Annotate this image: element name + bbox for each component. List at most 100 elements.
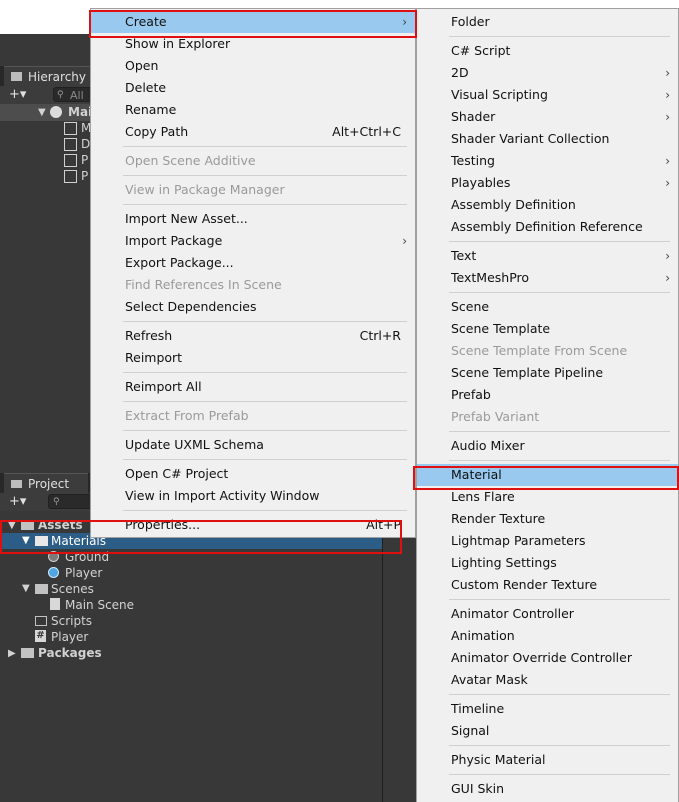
context-menu-item[interactable]: Properties... Alt+P bbox=[91, 514, 415, 536]
folder-icon bbox=[21, 520, 34, 530]
create-submenu-item[interactable]: Scene Template bbox=[417, 318, 678, 340]
chevron-down-icon[interactable]: ▼ bbox=[8, 518, 16, 534]
tree-scripts[interactable]: Scripts bbox=[51, 613, 92, 629]
context-menu-item[interactable]: Open C# Project bbox=[91, 463, 415, 485]
hierarchy-child-4[interactable]: P bbox=[81, 168, 88, 184]
chevron-right-icon: › bbox=[665, 154, 670, 168]
context-menu-item[interactable]: Create › bbox=[91, 11, 415, 33]
hierarchy-tab-label: Hierarchy bbox=[28, 70, 87, 84]
context-menu-item[interactable]: Select Dependencies bbox=[91, 296, 415, 318]
editor-top-strip bbox=[0, 0, 100, 34]
create-submenu-item[interactable]: Timeline bbox=[417, 698, 678, 720]
create-submenu-item[interactable]: Testing › bbox=[417, 150, 678, 172]
create-submenu-item[interactable]: Physic Material bbox=[417, 749, 678, 771]
create-submenu-item[interactable]: Assembly Definition bbox=[417, 194, 678, 216]
folder-icon bbox=[11, 480, 22, 488]
search-icon: ⚲ bbox=[53, 497, 60, 507]
create-submenu-item-label: Testing bbox=[451, 153, 495, 168]
create-submenu-item-label: Animation bbox=[451, 628, 515, 643]
create-submenu-item[interactable]: C# Script bbox=[417, 40, 678, 62]
tree-scenes[interactable]: Scenes bbox=[51, 581, 94, 597]
create-submenu-separator bbox=[449, 460, 670, 461]
context-menu-item[interactable]: Reimport bbox=[91, 347, 415, 369]
context-menu-item-label: Find References In Scene bbox=[125, 277, 282, 292]
context-menu-item[interactable]: Reimport All bbox=[91, 376, 415, 398]
create-submenu-item[interactable]: GUI Skin bbox=[417, 778, 678, 800]
chevron-right-icon: › bbox=[665, 271, 670, 285]
context-menu-item[interactable]: Update UXML Schema bbox=[91, 434, 415, 456]
csharp-script-icon: # bbox=[35, 630, 46, 642]
create-submenu-item[interactable]: Visual Scripting › bbox=[417, 84, 678, 106]
create-submenu-item-label: Scene Template From Scene bbox=[451, 343, 628, 358]
create-submenu-item: Prefab Variant bbox=[417, 406, 678, 428]
context-menu-item[interactable]: Copy Path Alt+Ctrl+C bbox=[91, 121, 415, 143]
context-menu-item-label: Properties... bbox=[125, 517, 201, 532]
hierarchy-tab[interactable]: Hierarchy bbox=[4, 66, 92, 86]
context-menu-item[interactable]: View in Import Activity Window bbox=[91, 485, 415, 507]
create-submenu-item-label: Assembly Definition Reference bbox=[451, 219, 643, 234]
tree-assets[interactable]: Assets bbox=[38, 517, 83, 533]
tree-main-scene[interactable]: Main Scene bbox=[65, 597, 134, 613]
context-menu-item[interactable]: Import New Asset... bbox=[91, 208, 415, 230]
project-add-button[interactable]: +▾ bbox=[9, 494, 26, 510]
create-submenu-item-label: 2D bbox=[451, 65, 469, 80]
context-menu-item[interactable]: Export Package... bbox=[91, 252, 415, 274]
context-menu-separator bbox=[123, 459, 407, 460]
hierarchy-add-button[interactable]: +▾ bbox=[9, 87, 26, 103]
chevron-down-icon[interactable]: ▼ bbox=[38, 105, 46, 121]
chevron-right-icon[interactable]: ▶ bbox=[8, 646, 16, 662]
create-submenu-item[interactable]: Animation bbox=[417, 625, 678, 647]
create-submenu-item[interactable]: Material bbox=[417, 464, 678, 486]
create-submenu-item[interactable]: Playables › bbox=[417, 172, 678, 194]
create-submenu-item[interactable]: Shader › bbox=[417, 106, 678, 128]
create-submenu-item[interactable]: Signal bbox=[417, 720, 678, 742]
context-menu-item-label: Copy Path bbox=[125, 124, 189, 139]
create-submenu-item[interactable]: Assembly Definition Reference bbox=[417, 216, 678, 238]
hierarchy-child-3[interactable]: P bbox=[81, 152, 88, 168]
create-submenu-item[interactable]: Custom Render Texture bbox=[417, 574, 678, 596]
context-menu-item[interactable]: Refresh Ctrl+R bbox=[91, 325, 415, 347]
create-submenu-item-label: C# Script bbox=[451, 43, 511, 58]
create-submenu-item[interactable]: Folder bbox=[417, 11, 678, 33]
context-menu-item[interactable]: Rename bbox=[91, 99, 415, 121]
create-submenu-item[interactable]: Animator Controller bbox=[417, 603, 678, 625]
create-submenu-item[interactable]: Lens Flare bbox=[417, 486, 678, 508]
create-submenu-item[interactable]: Scene bbox=[417, 296, 678, 318]
context-menu-item[interactable]: Show in Explorer bbox=[91, 33, 415, 55]
project-tab-label: Project bbox=[28, 477, 70, 491]
create-submenu-item-label: Lightmap Parameters bbox=[451, 533, 586, 548]
material-sphere-icon bbox=[48, 551, 59, 562]
context-menu-item-shortcut: Alt+Ctrl+C bbox=[332, 124, 401, 139]
create-submenu-item[interactable]: Lightmap Parameters bbox=[417, 530, 678, 552]
create-submenu-item[interactable]: 2D › bbox=[417, 62, 678, 84]
create-submenu-item-label: Render Texture bbox=[451, 511, 546, 526]
tree-packages[interactable]: Packages bbox=[38, 645, 102, 661]
tree-player-material[interactable]: Player bbox=[65, 565, 102, 581]
create-submenu-item[interactable]: Animator Override Controller bbox=[417, 647, 678, 669]
create-submenu-item[interactable]: Shader Variant Collection bbox=[417, 128, 678, 150]
create-submenu-item[interactable]: Audio Mixer bbox=[417, 435, 678, 457]
create-submenu-item[interactable]: Prefab bbox=[417, 384, 678, 406]
create-submenu-item[interactable]: Scene Template Pipeline bbox=[417, 362, 678, 384]
context-menu-item[interactable]: Open bbox=[91, 55, 415, 77]
unity-scene-icon bbox=[50, 106, 62, 118]
context-menu-item: Find References In Scene bbox=[91, 274, 415, 296]
tree-player-script[interactable]: Player bbox=[51, 629, 88, 645]
project-search-input[interactable]: ⚲ bbox=[48, 494, 93, 509]
hierarchy-search-input[interactable]: ⚲ All bbox=[53, 87, 93, 102]
project-tab[interactable]: Project bbox=[4, 473, 88, 493]
context-menu-item[interactable]: Delete bbox=[91, 77, 415, 99]
context-menu-item[interactable]: Import Package › bbox=[91, 230, 415, 252]
create-submenu-item[interactable]: Render Texture bbox=[417, 508, 678, 530]
create-submenu-separator bbox=[449, 599, 670, 600]
chevron-down-icon[interactable]: ▼ bbox=[22, 533, 30, 549]
create-submenu-item[interactable]: Text › bbox=[417, 245, 678, 267]
context-menu-separator bbox=[123, 430, 407, 431]
create-submenu-item[interactable]: Avatar Mask bbox=[417, 669, 678, 691]
hierarchy-child-2[interactable]: D bbox=[81, 136, 90, 152]
tree-ground[interactable]: Ground bbox=[65, 549, 109, 565]
create-submenu-item[interactable]: Lighting Settings bbox=[417, 552, 678, 574]
create-submenu-item[interactable]: TextMeshPro › bbox=[417, 267, 678, 289]
material-sphere-icon bbox=[48, 567, 59, 578]
chevron-down-icon[interactable]: ▼ bbox=[22, 581, 30, 597]
